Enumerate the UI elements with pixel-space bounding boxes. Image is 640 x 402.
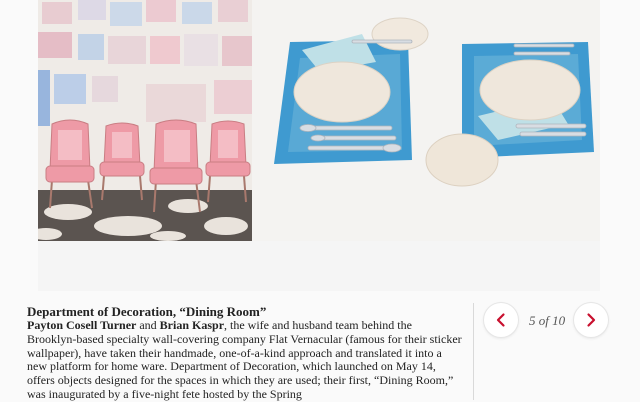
name-joiner: and bbox=[136, 318, 160, 332]
image-caption-strip bbox=[38, 241, 600, 291]
place-settings-photo bbox=[252, 0, 600, 241]
designer-name-2: Brian Kaspr bbox=[159, 318, 225, 332]
previous-slide-button[interactable] bbox=[484, 303, 518, 337]
caption-title: Department of Decoration, “Dining Room” bbox=[27, 304, 267, 319]
slide-caption: Department of Decoration, “Dining Room” … bbox=[27, 304, 463, 402]
caption-divider bbox=[473, 303, 474, 400]
slideshow-image bbox=[38, 0, 600, 241]
chevron-left-icon bbox=[496, 313, 505, 327]
counter-separator: of bbox=[535, 313, 553, 328]
next-slide-button[interactable] bbox=[574, 303, 608, 337]
slide-counter: 5 of 10 bbox=[522, 313, 572, 329]
chairs-photo bbox=[38, 0, 252, 241]
caption-body: Payton Cosell Turner and Brian Kaspr, th… bbox=[27, 318, 463, 402]
total-slides-number: 10 bbox=[552, 313, 566, 328]
chevron-right-icon bbox=[587, 313, 596, 327]
designer-name-1: Payton Cosell Turner bbox=[27, 318, 137, 332]
slideshow-pager: 5 of 10 bbox=[482, 303, 612, 339]
